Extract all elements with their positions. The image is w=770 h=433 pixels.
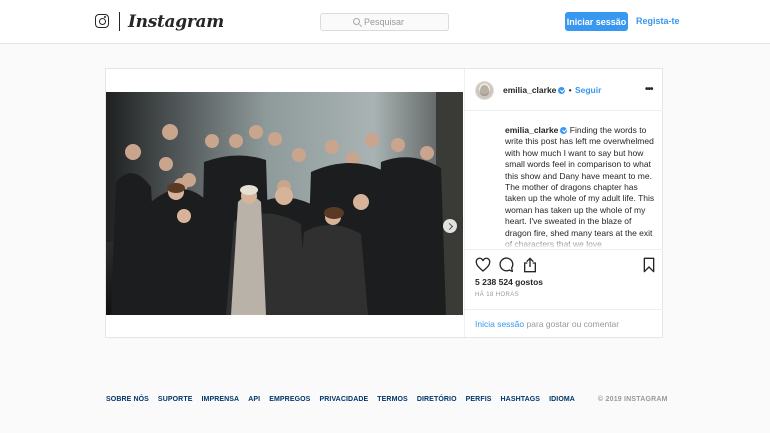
post-timestamp[interactable]: HÁ 18 HORAS [475,292,519,298]
like-count[interactable]: 5 238 524 gostos [475,277,543,287]
login-prompt-text: para gostar ou comentar [524,319,620,329]
share-icon[interactable] [522,257,538,273]
caption-username[interactable]: emilia_clarke [505,125,558,135]
search-icon [353,18,360,25]
action-bar-divider [465,249,663,250]
chevron-right-icon[interactable] [443,219,457,233]
post-username[interactable]: emilia_clarke [503,85,556,95]
login-button[interactable]: Iniciar sessão [565,12,628,31]
comment-icon[interactable] [498,257,514,273]
caption-text: Finding the words to write this post has… [505,125,655,247]
more-options-icon[interactable]: ••• [645,84,653,95]
group-photo-image [106,92,463,315]
top-navbar: Instagram Iniciar sessão Regista-te [0,0,770,44]
footer-link[interactable]: PRIVACIDADE [319,396,368,403]
post-caption: emilia_clarke Finding the words to write… [505,125,655,247]
footer-link[interactable]: PERFIS [466,396,492,403]
logo-divider [119,12,120,31]
verified-icon [558,87,566,94]
footer-link[interactable]: SOBRE NÓS [106,396,149,403]
post-card: emilia_clarke • Seguir ••• emilia_clarke… [105,68,663,338]
register-link[interactable]: Regista-te [636,16,680,26]
heart-icon[interactable] [475,257,491,273]
search-input[interactable] [364,17,416,27]
verified-icon [560,127,568,134]
instagram-logo[interactable]: Instagram [128,12,224,32]
footer-link[interactable]: API [248,396,260,403]
footer-link[interactable]: IMPRENSA [201,396,239,403]
login-prompt-link[interactable]: Inicia sessão [475,319,524,329]
avatar[interactable] [475,81,494,100]
caption-fade [505,237,655,249]
footer-link[interactable]: SUPORTE [158,396,193,403]
post-sidebar: emilia_clarke • Seguir ••• emilia_clarke… [464,69,663,337]
bookmark-icon[interactable] [642,257,656,273]
follow-button[interactable]: Seguir [575,85,601,95]
footer-link[interactable]: TERMOS [377,396,408,403]
footer-link[interactable]: IDIOMA [549,396,575,403]
footer-link[interactable]: HASHTAGS [501,396,541,403]
separator-bullet: • [568,86,572,95]
search-box[interactable] [320,13,449,31]
footer-nav: SOBRE NÓS SUPORTE IMPRENSA API EMPREGOS PRIVA… [106,396,575,403]
copyright: © 2019 INSTAGRAM [598,396,668,403]
login-prompt: Inicia sessão para gostar ou comentar [465,309,663,337]
instagram-camera-icon[interactable] [95,14,109,28]
footer-link[interactable]: DIRETÓRIO [417,396,457,403]
post-photo[interactable] [106,92,463,315]
post-header: emilia_clarke • Seguir ••• [465,69,663,111]
footer-link[interactable]: EMPREGOS [269,396,310,403]
